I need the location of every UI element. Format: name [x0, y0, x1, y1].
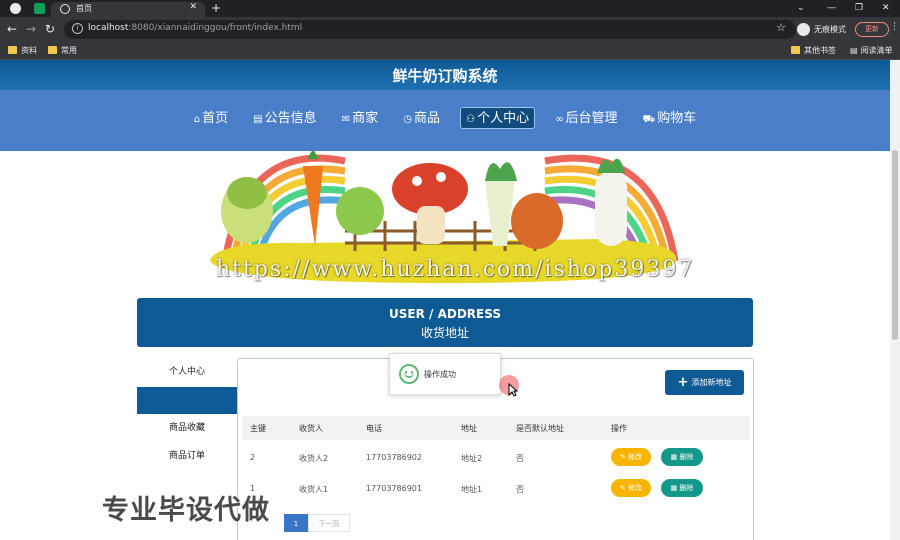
column-header: 操作 [611, 424, 627, 433]
back-icon[interactable]: ← [7, 22, 17, 36]
table-row: 1 收货人1 17703786901 地址1 否 ✎ 修改 ▦ 删除 [242, 474, 750, 504]
column-header: 收货人 [299, 424, 323, 433]
cell-id: 2 [250, 453, 256, 462]
reading-list[interactable]: ▤ 阅读清单 [850, 45, 893, 57]
promo-overlay-text: 专业毕设代做 [102, 495, 270, 526]
page-scrollbar[interactable] [890, 60, 900, 540]
folder-icon [791, 46, 800, 54]
update-button[interactable]: 更新 [855, 22, 889, 37]
incognito-icon [797, 23, 810, 36]
pencil-icon: ✎ [619, 453, 629, 461]
nav-cart[interactable]: ⛟ 购物车 [638, 108, 702, 130]
folder-icon [48, 46, 57, 54]
site-info-icon[interactable]: i [72, 23, 83, 34]
mouse-cursor-icon [508, 383, 518, 397]
menu-icon[interactable]: ⋮ [890, 22, 899, 32]
tab-title: 首页 [76, 4, 92, 13]
reload-icon[interactable]: ↻ [45, 22, 55, 36]
site-title: 鲜牛奶订购系统 [392, 67, 498, 85]
section-title-en: USER / ADDRESS [389, 307, 501, 321]
tab-search-icon[interactable]: ⌄ [797, 0, 805, 16]
new-tab-icon[interactable]: + [211, 0, 221, 16]
sidebar-item-orders[interactable]: 商品订单 [137, 443, 238, 470]
web-page: 鲜牛奶订购系统 ⌂ 首页 ▤ 公告信息 ✉ 商家 ◷ 商品 ⚇ 个人中心 ∞ 后台管理 ⛟ 购… [0, 60, 890, 540]
address-bar: ← → ↻ i localhost:8080/xiannaidinggou/fr… [0, 17, 900, 43]
incognito-indicator[interactable]: 无痕模式 [797, 20, 846, 39]
user-icon: ⚇ [466, 114, 476, 125]
cell-phone: 17703786901 [366, 484, 422, 493]
sidebar-item-user-center[interactable]: 个人中心 [137, 359, 238, 386]
section-header: USER / ADDRESS 收货地址 [137, 298, 753, 347]
site-header: 鲜牛奶订购系统 ⌂ 首页 ▤ 公告信息 ✉ 商家 ◷ 商品 ⚇ 个人中心 ∞ 后台管理 ⛟ 购… [0, 60, 890, 151]
url-input[interactable]: i localhost:8080/xiannaidinggou/front/in… [64, 20, 796, 39]
cell-default: 否 [516, 485, 524, 494]
table-row: 2 收货人2 17703786902 地址2 否 ✎ 修改 ▦ 删除 [242, 443, 750, 473]
success-toast: 操作成功 [389, 353, 501, 395]
bookmark-folder[interactable]: 常用 [48, 45, 77, 57]
minimize-icon[interactable]: — [827, 0, 836, 16]
cell-name: 收货人2 [299, 454, 329, 463]
delete-button[interactable]: ▦ 删除 [661, 479, 703, 497]
sidebar-item-address[interactable]: 收货地址 [137, 387, 238, 414]
main-nav: ⌂ 首页 ▤ 公告信息 ✉ 商家 ◷ 商品 ⚇ 个人中心 ∞ 后台管理 ⛟ 购物车 [0, 107, 890, 131]
delete-button[interactable]: ▦ 删除 [661, 448, 703, 466]
folder-icon [8, 46, 17, 54]
cell-phone: 17703786902 [366, 453, 422, 462]
next-page-button[interactable]: 下一页 [308, 514, 350, 532]
notice-icon: ▤ [253, 114, 263, 125]
bookmark-folder[interactable]: 资料 [8, 45, 37, 57]
column-header: 主键 [250, 424, 266, 433]
restore-icon[interactable]: ❐ [855, 0, 863, 16]
section-title-cn: 收货地址 [420, 326, 469, 340]
bookmark-folder-other[interactable]: 其他书签 [791, 45, 836, 57]
column-header: 是否默认地址 [516, 424, 564, 433]
sidebar-item-favorites[interactable]: 商品收藏 [137, 415, 238, 442]
page-button-current[interactable]: 1 [284, 514, 308, 532]
scrollbar-thumb[interactable] [892, 150, 898, 340]
table-header: 主键 收货人 电话 地址 是否默认地址 操作 [242, 416, 750, 440]
cell-address: 地址1 [461, 485, 483, 494]
column-header: 地址 [461, 424, 477, 433]
cart-icon: ⛟ [642, 114, 656, 125]
browser-tab-bar: 首页 ✕ + ⌄ — ❐ ✕ [0, 0, 900, 17]
reading-list-icon: ▤ [850, 46, 858, 55]
nav-merchant[interactable]: ✉ 商家 [337, 108, 383, 130]
nav-home[interactable]: ⌂ 首页 [189, 108, 233, 130]
add-address-button[interactable]: + 添加新地址 [665, 370, 744, 395]
bookmarks-bar: 资料 常用 其他书签 ▤ 阅读清单 [0, 43, 900, 60]
smile-icon [399, 364, 419, 384]
home-icon: ⌂ [193, 114, 201, 125]
nav-products[interactable]: ◷ 商品 [398, 108, 445, 130]
pinned-tab-icon[interactable] [34, 3, 45, 14]
bookmark-star-icon[interactable]: ☆ [776, 21, 786, 34]
clock-icon: ◷ [403, 114, 412, 125]
cell-address: 地址2 [461, 454, 483, 463]
mail-icon: ✉ [341, 114, 351, 125]
forward-icon[interactable]: → [26, 22, 36, 36]
url-text[interactable]: localhost:8080/xiannaidinggou/front/inde… [88, 23, 302, 33]
column-header: 电话 [366, 424, 382, 433]
edit-button[interactable]: ✎ 修改 [611, 448, 651, 466]
browser-icon[interactable] [10, 3, 21, 14]
nav-admin[interactable]: ∞ 后台管理 [550, 108, 622, 130]
edit-button[interactable]: ✎ 修改 [611, 479, 651, 497]
browser-tab-active[interactable]: 首页 ✕ [51, 2, 205, 17]
plus-icon: + [677, 375, 689, 390]
toast-message: 操作成功 [424, 370, 456, 379]
nav-user-center[interactable]: ⚇ 个人中心 [460, 107, 536, 129]
close-tab-icon[interactable]: ✕ [189, 2, 197, 12]
watermark-url: https://www.huzhan.com/ishop39397 [216, 257, 695, 282]
window-close-icon[interactable]: ✕ [882, 0, 890, 16]
globe-icon [60, 4, 70, 14]
pencil-icon: ✎ [619, 484, 629, 492]
nav-notice[interactable]: ▤ 公告信息 [248, 108, 321, 130]
link-icon: ∞ [555, 114, 564, 125]
cell-name: 收货人1 [299, 485, 329, 494]
cell-default: 否 [516, 454, 524, 463]
